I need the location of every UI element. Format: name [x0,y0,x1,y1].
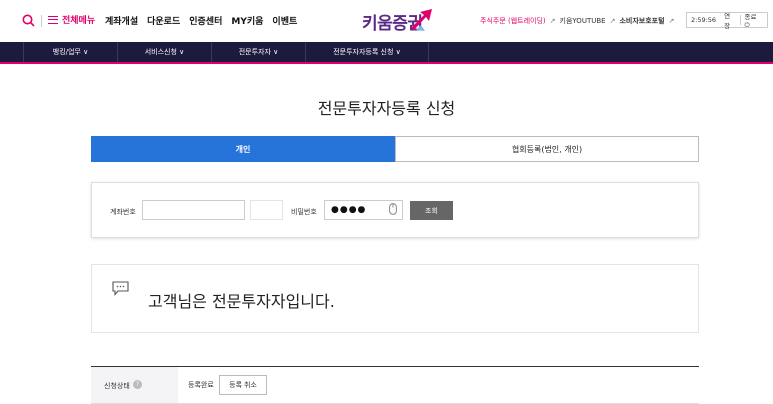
subnav-pro-register[interactable]: 전문투자자등록 신청 ∨ [305,42,429,62]
subnav-service-label: 서비스신청 [144,48,177,56]
subnav-service[interactable]: 서비스신청 ∨ [117,42,211,62]
nav-account-open[interactable]: 계좌개설 [105,14,138,27]
chat-bubble-icon [112,281,129,296]
page-title: 전문투자자등록 신청 [317,99,456,118]
subnav-pro-investor[interactable]: 전문투자자 ∨ [211,42,305,62]
account-label: 계좌번호 [110,208,136,216]
search-icon[interactable] [22,14,35,27]
mouse-keypad-icon[interactable] [389,203,397,215]
header-divider [41,15,42,27]
youtube-link[interactable]: 키움YOUTUBE [560,16,606,26]
accent-line [0,62,773,64]
account-suffix-field[interactable] [250,200,283,220]
chevron-down-icon: ∨ [83,48,89,56]
logout-label: 종료 [744,12,757,21]
subnav-pro-investor-label: 전문투자자 [238,48,271,56]
subnav-banking[interactable]: 뱅킹/업무 ∨ [23,42,117,62]
session-timer: 2:59:56 연장 종료 ⏻ [686,10,768,30]
subnav-pro-register-label: 전문투자자등록 신청 [333,48,394,56]
all-menu-label: 전체메뉴 [62,16,96,26]
status-value: 등록완료 [188,381,214,389]
logo-arrow-icon [411,9,432,31]
nav-event[interactable]: 이벤트 [272,14,297,27]
subnav-banking-label: 뱅킹/업무 [52,48,81,56]
utility-links: 주식주문 (웹트레이딩) ↗ 키움YOUTUBE ↗ 소비자보호포털 ↗ [480,16,674,26]
chevron-down-icon: ∨ [395,48,401,56]
tab-association[interactable]: 협회등록(법인, 개인) [395,136,699,162]
external-link-icon: ↗ [668,17,675,25]
result-message: 고객님은 전문투자자입니다. [148,292,335,311]
extend-button[interactable]: 연장 [720,10,740,30]
help-icon[interactable]: ? [133,380,142,389]
external-link-icon: ↗ [549,17,556,25]
logout-button[interactable]: 종료 ⏻ [741,11,767,30]
inquiry-button[interactable]: 조회 [410,201,453,220]
consumer-portal-link[interactable]: 소비자보호포털 [619,16,664,26]
timer-value: 2:59:56 [691,16,717,24]
status-table-top-border [91,366,699,367]
nav-download[interactable]: 다운로드 [147,14,180,27]
chevron-down-icon: ∨ [273,48,279,56]
all-menu-button[interactable]: 전체메뉴 [48,13,95,26]
power-icon: ⏻ [744,20,750,29]
nav-my-kiwoom[interactable]: MY키움 [231,14,263,27]
password-mask: ●●●● [331,205,367,215]
tab-individual[interactable]: 개인 [91,136,395,162]
account-number-input[interactable] [142,200,245,220]
nav-certification[interactable]: 인증센터 [189,14,222,27]
cancel-registration-button[interactable]: 등록 취소 [219,375,267,395]
external-link-icon: ↗ [609,17,616,25]
hamburger-icon [48,15,58,24]
top-header: 전체메뉴 계좌개설 다운로드 인증센터 MY키움 이벤트 키움증권 주식주문 (… [0,0,773,42]
top-nav: 계좌개설 다운로드 인증센터 MY키움 이벤트 [105,14,297,27]
status-label: 신청상태 [104,382,130,390]
stock-order-link[interactable]: 주식주문 (웹트레이딩) [480,16,546,26]
password-label: 비밀번호 [291,208,317,216]
sub-nav-bar: 뱅킹/업무 ∨ 서비스신청 ∨ 전문투자자 ∨ 전문투자자등록 신청 ∨ [0,42,773,62]
chevron-down-icon: ∨ [179,48,185,56]
